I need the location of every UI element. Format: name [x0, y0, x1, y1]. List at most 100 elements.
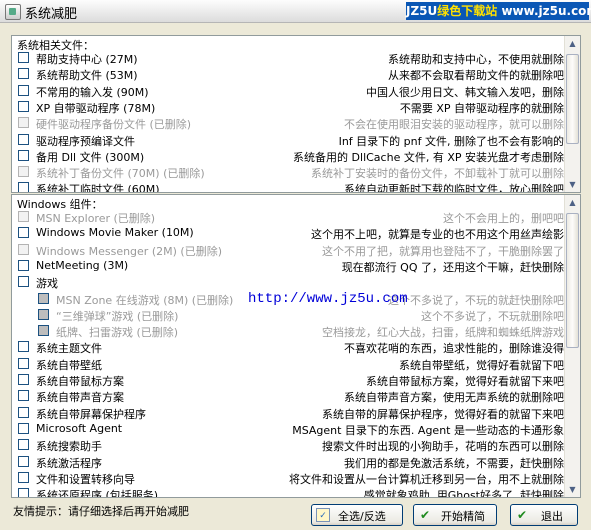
window-title: 系统减肥 [25, 7, 78, 22]
item-description: 系统自动更新时下载的临时文件，放心删除吧 [344, 183, 564, 193]
item-description: 中国人很少用日文、韩文输入发吧，删除 [366, 85, 564, 99]
checkbox-row[interactable]: “三维弹球”游戏 (已删除) 这个不多说了，不玩就删除吧 [18, 307, 564, 323]
item-description: 这个不多说了，不玩就删除吧 [421, 309, 564, 323]
item-description: 从来都不会取看帮助文件的就删除吧 [388, 69, 564, 83]
checkbox-row[interactable]: 硬件驱动程序备份文件 (已删除) 不会在使用眼泪安装的驱动程序，就可以删除 [18, 115, 564, 131]
app-window: 系统减肥 JZ5U绿色下载站 www.jz5u.com 系统相关文件： ▲ ▼ … [0, 0, 591, 530]
select-all-button[interactable]: ✓ 全选/反选 [311, 504, 403, 526]
checkbox-row[interactable]: 不常用的输入发 (90M) 中国人很少用日文、韩文输入发吧，删除 [18, 83, 564, 99]
item-description: 系统自带鼠标方案，觉得好看就留下来吧 [366, 375, 564, 388]
checkbox-row[interactable]: XP 自带驱动程序 (78M) 不需要 XP 自带驱动程序的就删除 [18, 99, 564, 115]
item-name: NetMeeting (3M) [36, 258, 129, 272]
item-checkbox[interactable] [18, 390, 29, 402]
scroll-down-arrow-icon[interactable]: ▼ [566, 483, 579, 496]
start-slimming-label: 开始精简 [441, 510, 485, 523]
checkbox-row[interactable]: 系统主题文件 不喜欢花哨的东西，追求性能的，删除谁没得 [18, 339, 564, 355]
item-checkbox[interactable] [18, 471, 29, 483]
checkbox-row[interactable]: 系统自带鼠标方案 系统自带鼠标方案，觉得好看就留下来吧 [18, 372, 564, 388]
scroll-up-arrow-icon[interactable]: ▲ [566, 196, 579, 209]
item-description: 感觉就象鸡肋, 用Ghost好多了, 赶快删除 [363, 489, 564, 498]
item-name: 系统主题文件 [36, 342, 102, 356]
system-files-scrollbar[interactable]: ▲ ▼ [564, 36, 580, 192]
checkbox-row[interactable]: 帮助支持中心 (27M) 系统帮助和支持中心，不使用就删除 [18, 50, 564, 66]
item-checkbox[interactable] [18, 455, 29, 467]
checkbox-row[interactable]: MSN Explorer (已删除) 这个不会用上的，删吧吧 [18, 209, 564, 225]
item-checkbox[interactable] [18, 68, 29, 80]
item-checkbox[interactable] [18, 406, 29, 418]
item-checkbox[interactable] [18, 422, 29, 434]
scrollbar-thumb[interactable] [566, 54, 579, 144]
item-checkbox[interactable] [18, 357, 29, 369]
item-name: 系统自带鼠标方案 [36, 375, 124, 388]
exit-button[interactable]: ✔ 退出 [510, 504, 578, 526]
item-name: 系统帮助文件 (53M) [36, 69, 138, 83]
hint-text: 友情提示：请仔细选择后再开始减肥 [13, 505, 189, 518]
checkbox-row[interactable]: 驱动程序预编译文件 Inf 目录下的 pnf 文件, 删除了也不会有影响的 [18, 132, 564, 148]
checkbox-row[interactable]: 备用 Dll 文件 (300M) 系统备用的 DllCache 文件, 有 XP … [18, 148, 564, 164]
item-checkbox[interactable] [18, 439, 29, 451]
item-checkbox[interactable] [18, 374, 29, 385]
item-checkbox[interactable] [18, 100, 29, 112]
item-checkbox[interactable] [18, 341, 29, 353]
checkbox-row[interactable]: Windows Messenger (2M) (已删除) 这个不用了把，就算用也登… [18, 242, 564, 258]
start-slimming-button[interactable]: ✔ 开始精简 [413, 504, 497, 526]
checkbox-row[interactable]: 系统自带声音方案 系统自带声音方案，使用无声系统的就删除吧 [18, 388, 564, 404]
checkbox-row[interactable]: 纸牌、扫雷游戏 (已删除) 空档接龙，红心大战，扫雷，纸牌和蜘蛛纸牌游戏 [18, 323, 564, 339]
scroll-up-arrow-icon[interactable]: ▲ [566, 37, 579, 50]
item-checkbox[interactable] [18, 227, 29, 239]
item-checkbox[interactable] [18, 276, 29, 288]
checkbox-row[interactable]: NetMeeting (3M) 现在都流行 QQ 了，还用这个干嘛，赶快删除 [18, 258, 564, 274]
item-checkbox [18, 211, 29, 222]
item-name: XP 自带驱动程序 (78M) [36, 101, 156, 115]
checkbox-row[interactable]: 系统搜索助手 搜索文件时出现的小狗助手，花哨的东西可以删除 [18, 437, 564, 453]
scrollbar-thumb[interactable] [566, 213, 579, 348]
item-name: MSN Explorer (已删除) [36, 212, 156, 225]
item-checkbox[interactable] [18, 133, 29, 145]
checkbox-row[interactable]: 系统激活程序 我们用的都是免激活系统，不需要，赶快删除 [18, 454, 564, 470]
item-checkbox[interactable] [18, 52, 29, 63]
item-checkbox[interactable] [18, 84, 29, 96]
item-description: Inf 目录下的 pnf 文件, 删除了也不会有影响的 [338, 134, 564, 148]
checkbox-row[interactable]: Windows Movie Maker (10M) 这个用不上吧，就算是专业的也不… [18, 225, 564, 241]
item-name: 系统激活程序 [36, 456, 102, 470]
checkbox-row[interactable]: 文件和设置转移向导 将文件和设置从一台计算机迁移到另一台，用不上就删除 [18, 470, 564, 486]
item-description: MSAgent 目录下的东西. Agent 是一些动态的卡通形象 [292, 423, 564, 437]
select-all-icon: ✓ [316, 508, 330, 522]
item-description: 这个不会用上的，删吧吧 [443, 212, 564, 225]
checkbox-row[interactable]: 系统帮助文件 (53M) 从来都不会取看帮助文件的就删除吧 [18, 66, 564, 82]
checkbox-row[interactable]: 系统补丁临时文件 (60M) 系统自动更新时下载的临时文件，放心删除吧 [18, 180, 564, 193]
checkbox-row[interactable]: 游戏 [18, 274, 564, 290]
item-checkbox[interactable] [18, 149, 29, 161]
item-checkbox[interactable] [18, 488, 29, 497]
item-checkbox [18, 243, 29, 255]
item-name: “三维弹球”游戏 (已删除) [56, 309, 179, 323]
item-name: 硬件驱动程序备份文件 (已删除) [36, 118, 192, 132]
item-description: 不会在使用眼泪安装的驱动程序，就可以删除 [344, 118, 564, 132]
windows-components-scrollbar[interactable]: ▲ ▼ [564, 195, 580, 497]
item-name: 系统补丁临时文件 (60M) [36, 183, 160, 193]
item-description: 这个不用了把，就算用也登陆不了，干脆删除罢了 [322, 244, 564, 258]
item-checkbox[interactable] [18, 259, 29, 271]
item-checkbox [18, 117, 29, 129]
checkbox-row[interactable]: 系统补丁备份文件 (70M) (已删除) 系统补丁安装时的备份文件，不卸载补丁就可… [18, 164, 564, 180]
item-description: 空档接龙，红心大战，扫雷，纸牌和蜘蛛纸牌游戏 [322, 326, 564, 340]
checkbox-row[interactable]: Microsoft Agent MSAgent 目录下的东西. Agent 是一些… [18, 421, 564, 437]
item-description: 现在都流行 QQ 了，还用这个干嘛，赶快删除 [341, 260, 564, 274]
checkbox-row[interactable]: 系统还原程序 (包括服务) 感觉就象鸡肋, 用Ghost好多了, 赶快删除 [18, 486, 564, 498]
item-name: 纸牌、扫雷游戏 (已删除) [56, 326, 179, 340]
item-name: Windows Messenger (2M) (已删除) [36, 244, 222, 258]
item-checkbox [38, 325, 49, 337]
item-name: 系统搜索助手 [36, 440, 102, 454]
item-checkbox[interactable] [18, 182, 29, 192]
item-name: 备用 Dll 文件 (300M) [36, 150, 145, 164]
brand-site-code: JZ5U [406, 4, 438, 18]
windows-components-group: Windows 组件： ▲ ▼ MSN Explorer (已删除) 这个不会用上… [11, 194, 581, 498]
checkbox-row[interactable]: 系统自带壁纸 系统自带壁纸，觉得好看就留下吧 [18, 356, 564, 372]
item-description: 我们用的都是免激活系统，不需要，赶快删除 [344, 456, 564, 470]
item-description: 将文件和设置从一台计算机迁移到另一台，用不上就删除 [289, 472, 564, 486]
item-description: 系统自带壁纸，觉得好看就留下吧 [399, 358, 564, 372]
item-description: 这个不多说了，不玩的就赶快删除吧 [388, 293, 564, 307]
checkbox-row[interactable]: 系统自带屏幕保护程序 系统自带的屏幕保护程序，觉得好看的就留下来吧 [18, 405, 564, 421]
item-name: 文件和设置转移向导 [36, 472, 135, 486]
scroll-down-arrow-icon[interactable]: ▼ [566, 178, 579, 191]
